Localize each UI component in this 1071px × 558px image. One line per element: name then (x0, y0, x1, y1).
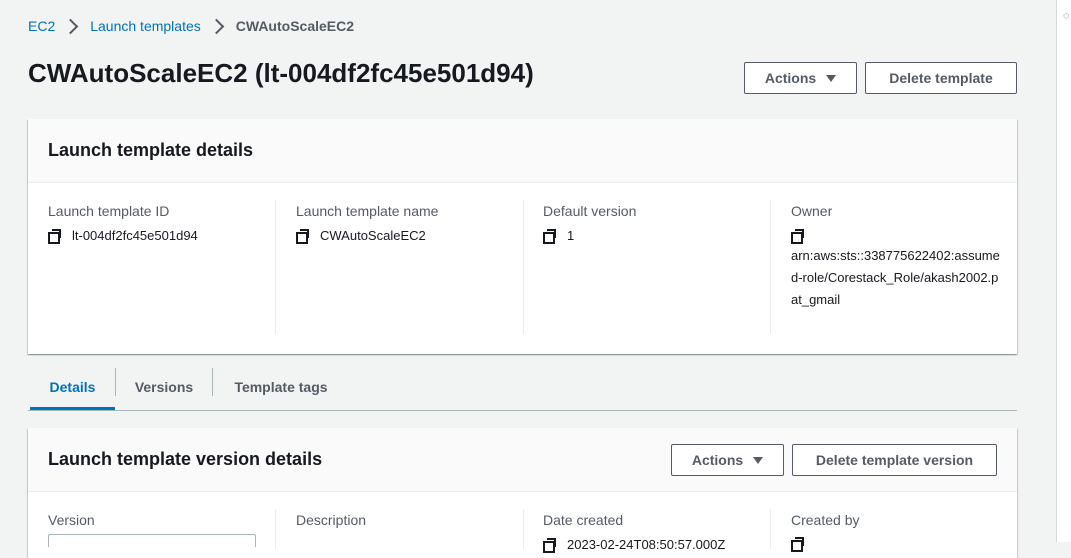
info-icon[interactable]: ◌ (1063, 10, 1070, 22)
field-value (791, 537, 859, 552)
field-label: Description (296, 512, 367, 528)
launch-template-name-value: CWAutoScaleEC2 (320, 228, 426, 243)
copy-icon[interactable] (791, 537, 805, 552)
breadcrumb: EC2 Launch templates CWAutoScaleEC2 (28, 18, 354, 34)
column-divider (770, 509, 771, 549)
column-divider (523, 509, 524, 549)
field-owner: Owner arn:aws:sts::338775622402:assumed-… (791, 203, 1001, 311)
field-version: Version (48, 512, 95, 528)
chevron-right-icon (208, 18, 225, 34)
field-created-by: Created by (791, 512, 860, 552)
field-value-icon-row (791, 229, 1001, 244)
column-divider (523, 200, 524, 334)
field-value: 1 (543, 228, 636, 244)
field-value: 2023-02-24T08:50:57.000Z (543, 537, 726, 553)
field-label: Default version (543, 203, 637, 219)
launch-template-details-panel: Launch template details Launch template … (28, 119, 1017, 354)
breadcrumb-launch-templates-link[interactable]: Launch templates (90, 18, 201, 34)
version-actions-button[interactable]: Actions (671, 444, 784, 476)
chevron-right-icon (62, 18, 79, 34)
date-created-value: 2023-02-24T08:50:57.000Z (567, 537, 726, 552)
field-label: Version (48, 512, 95, 528)
copy-icon[interactable] (48, 228, 62, 244)
field-label: Date created (543, 512, 624, 528)
actions-button-label: Actions (764, 70, 817, 86)
caret-down-icon (826, 74, 837, 82)
column-divider (275, 200, 276, 334)
column-divider (275, 509, 276, 549)
breadcrumb-current: CWAutoScaleEC2 (235, 18, 355, 34)
field-label: Launch template ID (48, 203, 170, 219)
column-divider (770, 200, 771, 334)
field-description: Description (296, 512, 366, 528)
caret-down-icon (753, 456, 764, 464)
copy-icon[interactable] (543, 228, 557, 244)
field-value: CWAutoScaleEC2 (296, 228, 438, 244)
tab-details[interactable]: Details (30, 366, 115, 410)
tab-template-tags[interactable]: Template tags (213, 366, 349, 408)
panel-title: Launch template details (48, 140, 254, 160)
actions-button-label: Actions (691, 452, 744, 468)
panel-header: Launch template details (28, 119, 1017, 183)
field-launch-template-id: Launch template ID lt-004df2fc45e501d94 (48, 203, 198, 244)
panel-title: Launch template version details (48, 449, 323, 469)
field-label: Launch template name (296, 203, 439, 219)
field-date-created: Date created 2023-02-24T08:50:57.000Z (543, 512, 726, 553)
copy-icon[interactable] (791, 229, 805, 244)
help-panel-rail: ◌ (1056, 0, 1071, 542)
field-value: lt-004df2fc45e501d94 (48, 228, 198, 244)
page-title: CWAutoScaleEC2 (lt-004df2fc45e501d94) (28, 58, 534, 88)
default-version-value: 1 (567, 228, 575, 243)
tab-bar: Details Versions Template tags (28, 366, 1017, 411)
copy-icon[interactable] (296, 228, 310, 244)
owner-value: arn:aws:sts::338775622402:assumed-role/C… (791, 248, 1000, 307)
tab-versions[interactable]: Versions (116, 366, 212, 408)
delete-template-version-button[interactable]: Delete template version (792, 444, 997, 476)
launch-template-id-value: lt-004df2fc45e501d94 (72, 228, 198, 243)
field-label: Owner (791, 203, 833, 219)
version-select[interactable] (48, 534, 256, 547)
breadcrumb-ec2-link[interactable]: EC2 (28, 18, 55, 34)
main-content: EC2 Launch templates CWAutoScaleEC2 CWAu… (0, 0, 1056, 558)
field-default-version: Default version 1 (543, 203, 637, 244)
field-label: Created by (791, 512, 860, 528)
field-launch-template-name: Launch template name CWAutoScaleEC2 (296, 203, 439, 244)
version-details-panel: Launch template version details Actions … (28, 428, 1017, 558)
copy-icon[interactable] (543, 537, 557, 553)
delete-template-button[interactable]: Delete template (865, 62, 1017, 94)
actions-button[interactable]: Actions (744, 62, 857, 94)
